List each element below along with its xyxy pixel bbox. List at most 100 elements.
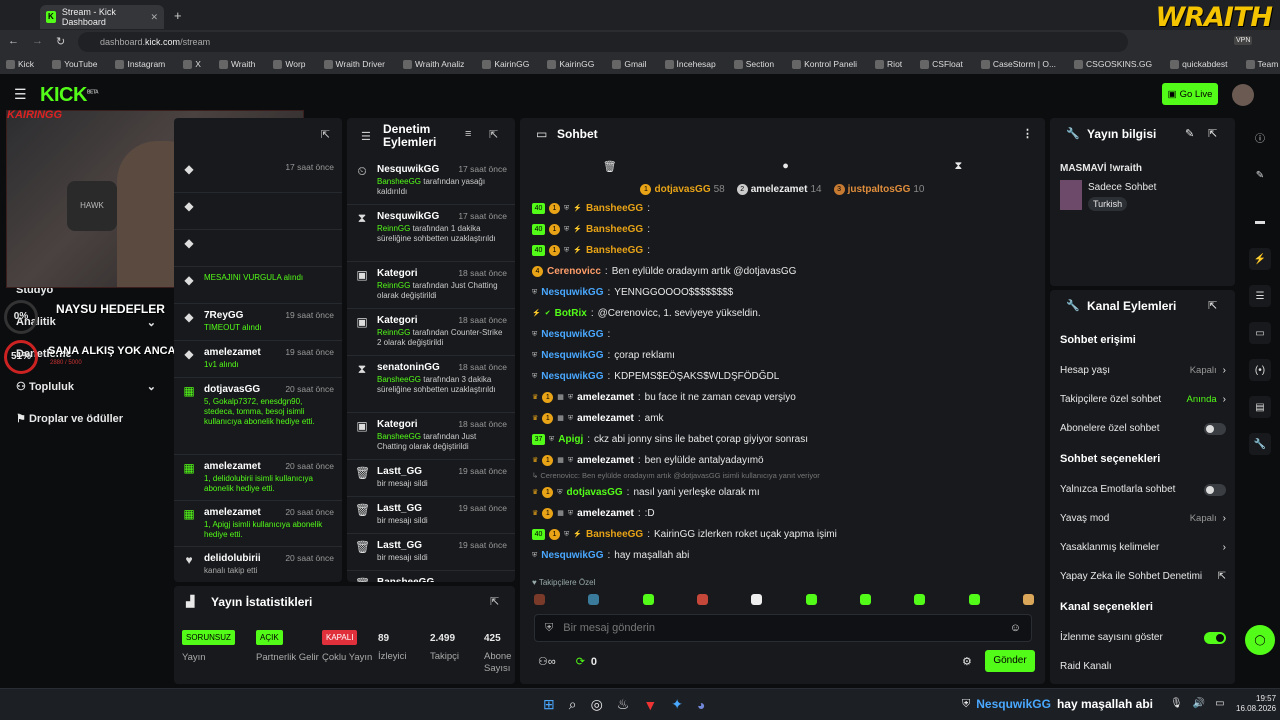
setting-row[interactable]: Yasaklanmış kelimeler › bbox=[1060, 533, 1226, 562]
chat-username[interactable]: BansheeGG bbox=[586, 203, 643, 214]
bookmark-item[interactable]: KairinGG bbox=[482, 59, 538, 69]
obs-icon[interactable]: ◎ bbox=[591, 696, 603, 713]
chat-username[interactable]: NesquwikGG bbox=[541, 371, 603, 382]
bookmark-item[interactable]: Wraith Analiz bbox=[402, 59, 473, 69]
chat-message[interactable]: ♛ 1 ▦ ⛨ amelezamet: ben eylülde antalyadayımö bbox=[532, 450, 1037, 471]
setting-row[interactable]: Yalnızca Emotlarla sohbet bbox=[1060, 475, 1226, 504]
chat-username[interactable]: amelezamet bbox=[577, 455, 634, 466]
moderation-item[interactable]: ▣ Kategori 18 saat önce BansheeGG tarafında… bbox=[347, 413, 515, 459]
feed-item[interactable]: ▦ amelezamet 20 saat önce 1, Apigj isimli k… bbox=[174, 501, 342, 546]
setting-row[interactable]: Takipçilere özel sohbet Anında › bbox=[1060, 385, 1226, 414]
chat-username[interactable]: amelezamet bbox=[577, 392, 634, 403]
back-icon[interactable]: ← bbox=[8, 35, 19, 47]
feed-item[interactable]: ◆ bbox=[174, 230, 342, 266]
mic-icon[interactable]: 🎙 bbox=[1170, 698, 1183, 709]
timer-icon[interactable]: ⧗ bbox=[954, 160, 962, 173]
bookmark-item[interactable]: Instagram bbox=[115, 59, 174, 69]
chat-username[interactable]: NesquwikGG bbox=[541, 350, 603, 361]
chat-message[interactable]: ♛ 1 ▦ ⛨ amelezamet::D bbox=[532, 503, 1037, 524]
chat-message[interactable]: 40 1 ⛨ ⚡ BansheeGG: bbox=[532, 219, 1037, 240]
emote-icon[interactable] bbox=[1022, 594, 1034, 605]
feed-item[interactable]: ◆ amelezamet 19 saat önce 1v1 alındı bbox=[174, 341, 342, 377]
bookmark-item[interactable]: Team Venture |... bbox=[1245, 59, 1280, 69]
broadcast-icon[interactable]: (•) bbox=[1249, 359, 1271, 381]
user-avatar[interactable] bbox=[1232, 84, 1254, 106]
support-icon[interactable]: ◯ bbox=[1245, 625, 1275, 655]
chat-message[interactable]: ⛨ NesquwikGG: YENNGGOOOO$$$$$$$$ bbox=[532, 282, 1037, 303]
filter-icon[interactable]: ≡ bbox=[465, 128, 471, 140]
bookmark-item[interactable]: İncehesap bbox=[664, 59, 725, 69]
bookmark-item[interactable]: X bbox=[183, 59, 210, 69]
camera-icon[interactable]: ▬ bbox=[1249, 210, 1271, 232]
chat-message[interactable]: ♛ 1 ▦ ⛨ amelezamet: amk bbox=[532, 408, 1037, 429]
setting-row[interactable]: Yapay Zeka ile Sohbet Denetimi ⇱ bbox=[1060, 562, 1226, 591]
discord-icon[interactable]: ◕ bbox=[697, 697, 705, 713]
chat-message[interactable]: ⛨ NesquwikGG: bbox=[532, 324, 1037, 345]
emote-icon[interactable] bbox=[805, 594, 817, 605]
edit-icon[interactable]: ✎ bbox=[1249, 164, 1271, 186]
bookmark-item[interactable]: Gmail bbox=[612, 59, 655, 69]
popout-icon[interactable]: ⇱ bbox=[489, 128, 498, 141]
chat-message[interactable]: 40 1 ⛨ ⚡ BansheeGG: bbox=[532, 240, 1037, 261]
chat-input[interactable]: ⛨ Bir mesaj gönderin ☺ bbox=[534, 614, 1032, 642]
emote-icon[interactable] bbox=[696, 594, 708, 605]
chat-username[interactable]: Apigj bbox=[558, 434, 583, 445]
go-live-button[interactable]: ▣ Go Live bbox=[1162, 83, 1218, 105]
leaderboard-entry[interactable]: 2 amelezamet 14 bbox=[736, 184, 822, 195]
bookmark-item[interactable]: Kontrol Paneli bbox=[792, 59, 866, 69]
bookmark-item[interactable]: quickabdest bbox=[1170, 59, 1236, 69]
nav-community[interactable]: ⚇ Topluluk ⌄ bbox=[16, 380, 156, 393]
bookmark-item[interactable]: Section bbox=[733, 59, 783, 69]
setting-row[interactable]: İzlenme sayısını göster bbox=[1060, 623, 1226, 652]
chat-icon[interactable]: ▭ bbox=[1249, 322, 1271, 344]
chat-message[interactable]: ⛨ NesquwikGG: hay maşallah abi bbox=[532, 545, 1037, 566]
gear-icon[interactable]: ⚙ bbox=[962, 655, 972, 668]
feed-item[interactable]: ◆ 17 saat önce bbox=[174, 156, 342, 192]
chat-username[interactable]: dotjavasGG bbox=[567, 487, 623, 498]
steam-icon[interactable]: ♨ bbox=[617, 696, 630, 713]
moderation-item[interactable]: 🗑 Lastt_GG 19 saat önce bir mesajı sildi bbox=[347, 534, 515, 570]
bookmark-item[interactable]: Kick bbox=[6, 59, 43, 69]
chat-username[interactable]: BansheeGG bbox=[586, 529, 643, 540]
feed-item[interactable]: ♥ delidolubirii 20 saat önce kanalı takip e… bbox=[174, 547, 342, 582]
chat-message[interactable]: 40 1 ⛨ ⚡ BansheeGG: KairinGG izlerken roket u… bbox=[532, 524, 1037, 545]
list-icon[interactable]: ☰ bbox=[1249, 285, 1271, 307]
trash-icon[interactable]: 🗑 bbox=[603, 160, 617, 173]
moderation-item[interactable]: ▣ Kategori 18 saat önce ReinnGG tarafından … bbox=[347, 262, 515, 308]
browser-tab[interactable]: K Stream - Kick Dashboard ✕ bbox=[40, 5, 164, 29]
emoji-icon[interactable]: ☺ bbox=[1010, 622, 1021, 634]
setting-row[interactable]: Yavaş mod Kapalı › bbox=[1060, 504, 1226, 533]
chat-username[interactable]: BansheeGG bbox=[586, 245, 643, 256]
bookmark-item[interactable]: Worp bbox=[273, 59, 314, 69]
feed-item[interactable]: ◆ bbox=[174, 193, 342, 229]
feed-item[interactable]: ▦ amelezamet 20 saat önce 1, delidolubirii … bbox=[174, 455, 342, 500]
popout-icon[interactable]: ⇱ bbox=[321, 128, 330, 141]
reload-icon[interactable]: ↻ bbox=[56, 35, 65, 48]
users-icon[interactable]: ⚇∞ bbox=[538, 655, 556, 668]
chat-message[interactable]: 40 1 ⛨ ⚡ BansheeGG: bbox=[532, 198, 1037, 219]
menu-icon[interactable]: ☰ bbox=[14, 86, 27, 103]
external-link-icon[interactable]: ⇱ bbox=[1218, 571, 1226, 582]
volume-icon[interactable]: 🔊 bbox=[1193, 698, 1205, 709]
chat-message[interactable]: ⛨ NesquwikGG: KDPEMS$EÖŞAKS$WLDŞFÖDĞDL bbox=[532, 366, 1037, 387]
popout-icon[interactable]: ⇱ bbox=[1208, 127, 1217, 140]
toggle-switch[interactable] bbox=[1204, 483, 1226, 496]
app-icon[interactable]: ✦ bbox=[671, 696, 683, 713]
chat-message[interactable]: ⚡ ✔ BotRix: @Cerenovicc, 1. seviyeye yüksel… bbox=[532, 303, 1037, 324]
nav-drops[interactable]: ⚑ Droplar ve ödüller bbox=[16, 412, 123, 425]
chat-message[interactable]: 37 ⛨ Apigj: ckz abi jonny sins ile babet ço… bbox=[532, 429, 1037, 450]
moderation-item[interactable]: 🗑 Lastt_GG 19 saat önce bir mesajı sildi bbox=[347, 497, 515, 533]
chat-message[interactable]: ♛ 1 ⛨ dotjavasGG: nasıl yani yerleşke olarak… bbox=[532, 482, 1037, 503]
chat-username[interactable]: amelezamet bbox=[577, 508, 634, 519]
search-icon[interactable]: ⌕ bbox=[569, 696, 577, 713]
vivaldi-icon[interactable]: ▼ bbox=[643, 697, 657, 713]
info-icon[interactable]: ⓘ bbox=[1249, 126, 1271, 148]
lightning-icon[interactable]: ⚡ bbox=[1249, 248, 1271, 270]
bookmark-item[interactable]: Riot bbox=[875, 59, 911, 69]
chat-username[interactable]: amelezamet bbox=[577, 413, 634, 424]
leaderboard-entry[interactable]: 3 justpaltosGG 10 bbox=[833, 184, 925, 195]
bookmark-item[interactable]: CSGOSKINS.GG bbox=[1074, 59, 1161, 69]
more-options-icon[interactable]: ⋮ bbox=[1022, 127, 1033, 140]
toggle-switch[interactable] bbox=[1204, 631, 1226, 644]
moderation-item[interactable]: ⏲ NesquwikGG 17 saat önce BansheeGG tarafın… bbox=[347, 158, 515, 204]
